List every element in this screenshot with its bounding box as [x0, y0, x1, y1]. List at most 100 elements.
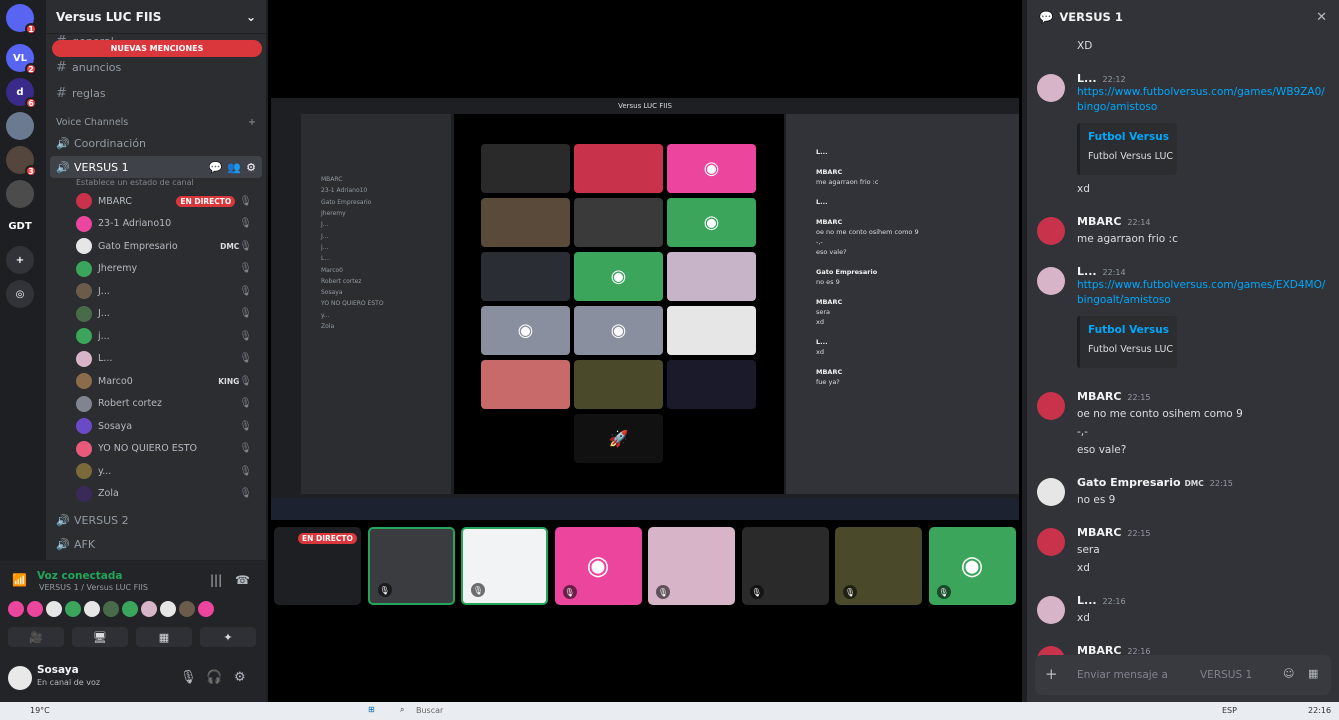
- voice-category[interactable]: Voice Channels +: [46, 112, 266, 132]
- voice-user[interactable]: y... 🎙: [46, 460, 266, 483]
- weather-temp[interactable]: 19°C: [30, 706, 50, 715]
- avatar[interactable]: [179, 601, 195, 617]
- avatar[interactable]: [8, 601, 24, 617]
- participant-tile[interactable]: EN DIRECTO: [274, 527, 361, 605]
- message-link[interactable]: https://www.futbolversus.com/games/WB9ZA…: [1077, 86, 1325, 98]
- message-link[interactable]: https://www.futbolversus.com/games/EXD4M…: [1077, 279, 1325, 291]
- emoji-icon[interactable]: ☺: [1283, 667, 1294, 680]
- server-header[interactable]: Versus LUC FIIS ⌄: [46, 0, 266, 34]
- voice-user[interactable]: j... 🎙: [46, 325, 266, 348]
- server-icon[interactable]: [6, 180, 34, 208]
- embed-title[interactable]: Futbol Versus: [1088, 324, 1169, 336]
- voice-user[interactable]: 23-1 Adriano10 🎙: [46, 213, 266, 236]
- server-icon[interactable]: VL 2: [6, 44, 37, 75]
- message-author[interactable]: MBARC 22:15: [1077, 526, 1150, 539]
- voice-user[interactable]: J... 🎙: [46, 303, 266, 326]
- voice-user[interactable]: Sosaya 🎙: [46, 415, 266, 438]
- voice-user[interactable]: J... 🎙: [46, 280, 266, 303]
- avatar[interactable]: [1037, 528, 1065, 556]
- voice-user[interactable]: MBARC EN DIRECTO 🎙: [46, 190, 266, 213]
- embed-title[interactable]: Futbol Versus: [1088, 131, 1169, 143]
- add-channel-icon[interactable]: +: [248, 117, 256, 128]
- close-icon[interactable]: ✕: [1316, 10, 1327, 25]
- message-author[interactable]: Gato Empresario DMC 22:15: [1077, 476, 1233, 489]
- server-icon[interactable]: d6: [6, 78, 37, 109]
- server-icon[interactable]: [6, 112, 34, 140]
- message-author[interactable]: L... 22:12: [1077, 72, 1126, 85]
- avatar[interactable]: [46, 601, 62, 617]
- server-icon[interactable]: ◎: [6, 280, 34, 308]
- clock[interactable]: 22:16: [1308, 706, 1331, 715]
- camera-button[interactable]: 🎥: [8, 627, 64, 647]
- invite-icon[interactable]: 👥: [227, 161, 241, 174]
- message-link[interactable]: bingo/amistoso: [1077, 101, 1157, 113]
- avatar[interactable]: [65, 601, 81, 617]
- noise-icon[interactable]: |||: [210, 573, 222, 587]
- headphones-icon[interactable]: 🎧: [206, 670, 222, 685]
- gear-icon[interactable]: ⚙: [246, 161, 256, 174]
- stream-view[interactable]: Versus LUC FIIS MBARC 23-1 Adriano10 Gato …: [268, 0, 1022, 702]
- message-link[interactable]: bingoalt/amistoso: [1077, 294, 1171, 306]
- message-author[interactable]: L... 22:16: [1077, 594, 1126, 607]
- activities-button[interactable]: ▦: [136, 627, 192, 647]
- avatar[interactable]: [160, 601, 176, 617]
- gear-icon[interactable]: ⚙: [234, 670, 246, 685]
- start-icon[interactable]: ⊞: [368, 705, 375, 714]
- voice-user[interactable]: Jheremy 🎙: [46, 258, 266, 281]
- server-icon[interactable]: 3: [6, 146, 37, 177]
- signal-icon[interactable]: 📶: [12, 573, 27, 587]
- participant-tile[interactable]: 🎙: [835, 527, 922, 605]
- avatar[interactable]: [1037, 74, 1065, 102]
- voice-channel-versus2[interactable]: 🔊 VERSUS 2: [46, 509, 266, 531]
- message-input[interactable]: + Enviar mensaje a VERSUS 1 ☺ ▦: [1035, 655, 1331, 695]
- mic-icon[interactable]: 🎙: [180, 670, 197, 685]
- avatar[interactable]: [27, 601, 43, 617]
- voice-user[interactable]: Robert cortez 🎙: [46, 393, 266, 416]
- chat-icon[interactable]: 💬: [209, 161, 223, 174]
- soundboard-button[interactable]: ✦: [200, 627, 256, 647]
- apps-icon[interactable]: ▦: [1308, 667, 1318, 680]
- channel-status[interactable]: Establece un estado de canal: [46, 178, 266, 190]
- avatar[interactable]: [1037, 478, 1065, 506]
- avatar[interactable]: [1037, 217, 1065, 245]
- channel-anuncios[interactable]: # anuncios: [46, 56, 266, 78]
- taskbar-search[interactable]: Buscar: [416, 706, 443, 715]
- participant-tile[interactable]: 🎙: [741, 527, 829, 605]
- voice-user[interactable]: YO NO QUIERO ESTO 🎙: [46, 438, 266, 461]
- add-attachment-icon[interactable]: +: [1045, 665, 1058, 683]
- avatar[interactable]: [1037, 596, 1065, 624]
- message-author[interactable]: MBARC 22:15: [1077, 390, 1150, 403]
- voice-channel-versus1[interactable]: 🔊 VERSUS 1 💬 👥 ⚙: [50, 156, 262, 178]
- avatar[interactable]: [1037, 392, 1065, 420]
- avatar[interactable]: [8, 666, 32, 690]
- server-icon[interactable]: +: [6, 246, 34, 274]
- voice-status[interactable]: Voz conectada: [37, 570, 123, 582]
- participant-tile[interactable]: ◉ 🎙: [554, 527, 642, 605]
- voice-user[interactable]: Marco0 KING 🎙: [46, 370, 266, 393]
- avatar[interactable]: [198, 601, 214, 617]
- language[interactable]: ESP: [1222, 706, 1237, 715]
- voice-channel-coordinacion[interactable]: 🔊 Coordinación: [46, 132, 266, 154]
- username[interactable]: Sosaya: [37, 664, 79, 676]
- participant-tile[interactable]: 🎙: [367, 527, 455, 605]
- avatar[interactable]: [84, 601, 100, 617]
- voice-channel-afk[interactable]: 🔊 AFK: [46, 533, 266, 555]
- message-author[interactable]: MBARC 22:14: [1077, 215, 1150, 228]
- channel-reglas[interactable]: # reglas: [46, 82, 266, 104]
- disconnect-icon[interactable]: ☎: [235, 573, 250, 587]
- avatar[interactable]: [141, 601, 157, 617]
- participant-tile[interactable]: 🎙: [461, 527, 548, 605]
- screen-share-button[interactable]: 🖥: [72, 627, 128, 647]
- avatar[interactable]: [1037, 267, 1065, 295]
- message-author[interactable]: L... 22:14: [1077, 265, 1126, 278]
- participant-tile[interactable]: 🎙: [648, 527, 735, 605]
- voice-user[interactable]: L... 🎙: [46, 348, 266, 371]
- server-icon[interactable]: GDT: [6, 212, 34, 240]
- avatar[interactable]: [103, 601, 119, 617]
- voice-user[interactable]: Gato Empresario DMC 🎙: [46, 235, 266, 258]
- voice-user[interactable]: Zola 🎙: [46, 483, 266, 506]
- server-icon[interactable]: 1: [6, 4, 37, 35]
- participant-tile[interactable]: ◉ 🎙: [928, 527, 1016, 605]
- avatar[interactable]: [122, 601, 138, 617]
- new-mentions-pill[interactable]: NUEVAS MENCIONES: [52, 40, 262, 57]
